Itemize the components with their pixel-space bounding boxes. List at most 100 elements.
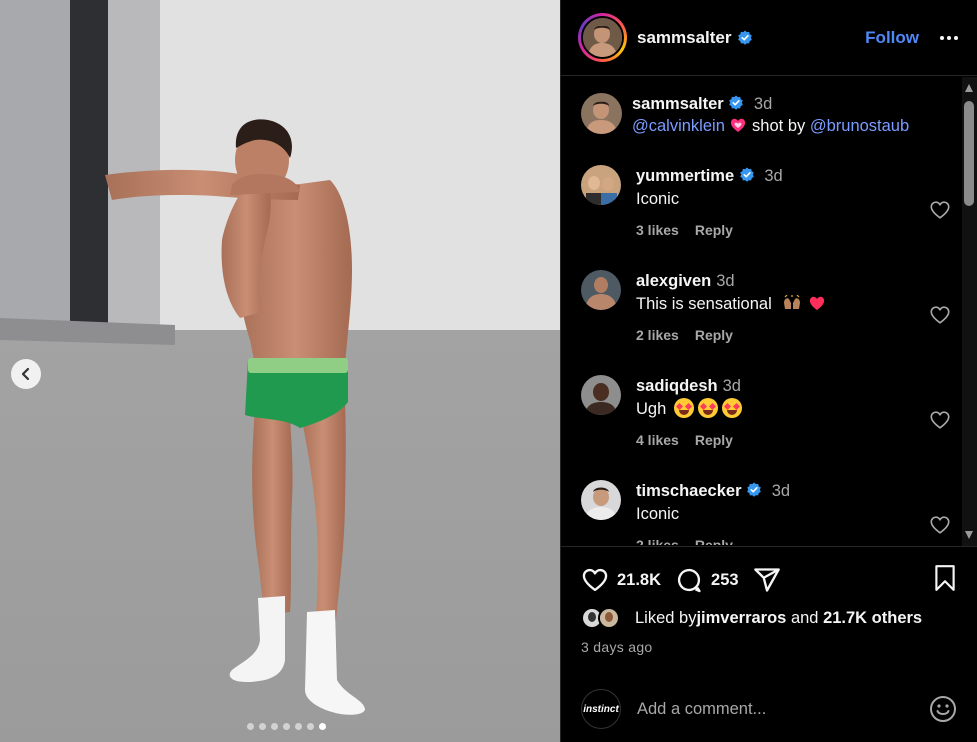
liked-by-others[interactable]: 21.7K others — [823, 609, 922, 628]
comment-text: Iconic — [636, 505, 680, 523]
chevron-left-icon — [21, 367, 30, 381]
star-struck-emoji-icon — [674, 398, 695, 418]
mention-link[interactable]: @calvinklein — [632, 117, 725, 135]
like-button[interactable]: 21.8K — [581, 566, 661, 594]
author-name[interactable]: sammsalter — [637, 28, 732, 48]
verified-icon — [739, 167, 754, 182]
current-user-avatar[interactable]: instinct — [581, 689, 621, 729]
emoji-icon[interactable] — [929, 695, 957, 723]
avatar-image — [581, 93, 622, 134]
comments-scrollbar[interactable] — [962, 77, 977, 546]
scrollbar-thumb[interactable] — [964, 101, 974, 206]
share-icon — [753, 568, 780, 592]
previous-slide-button[interactable] — [11, 359, 41, 389]
follow-button[interactable]: Follow — [865, 28, 919, 48]
bookmark-icon — [935, 564, 955, 591]
like-comment-heart-icon[interactable] — [929, 199, 951, 221]
carousel-dot — [258, 723, 266, 730]
comment-username[interactable]: alexgiven — [636, 272, 711, 290]
author-username[interactable]: sammsalter — [637, 28, 753, 48]
author-avatar[interactable] — [578, 13, 627, 62]
avatar-image — [583, 18, 622, 57]
heart-emoji-icon — [731, 118, 746, 132]
liked-by-prefix: Liked by — [635, 608, 697, 627]
comment-item: alexgiven 3d This is sensational 2 likes … — [581, 270, 951, 360]
star-struck-emoji-icon — [698, 398, 719, 418]
post-header: sammsalter Follow — [561, 0, 977, 76]
scroll-up-arrow-icon[interactable] — [965, 84, 973, 92]
carousel-dot — [282, 723, 290, 730]
commenter-avatar[interactable] — [581, 165, 621, 205]
post-media[interactable] — [0, 0, 560, 742]
post-actions: 21.8K 253 Liked by jimverraros and 21.7K… — [561, 546, 977, 655]
comment-button[interactable]: 253 — [675, 566, 739, 594]
commenter-avatar[interactable] — [581, 270, 621, 310]
post-viewer: sammsalter Follow sammsalter 3d @calvink… — [0, 0, 977, 742]
comment-text: This is sensational — [636, 295, 772, 313]
comment-likes[interactable]: 3 likes — [636, 222, 679, 238]
caption-text: shot by — [747, 117, 810, 135]
star-struck-emoji-icon — [722, 398, 743, 418]
caption-avatar[interactable] — [581, 93, 622, 134]
scroll-down-arrow-icon[interactable] — [965, 531, 973, 539]
liker-avatar — [598, 607, 620, 629]
mention-link[interactable]: @brunostaub — [810, 117, 909, 135]
add-comment-bar: instinct — [581, 689, 957, 729]
post-caption: sammsalter 3d @calvinklein shot by @brun… — [581, 93, 909, 137]
verified-icon — [747, 482, 761, 497]
avatar-image — [581, 480, 621, 520]
comments-list[interactable]: sammsalter 3d @calvinklein shot by @brun… — [561, 77, 964, 545]
verified-icon — [729, 95, 744, 110]
comment-text: Iconic — [636, 190, 680, 208]
caption-time: 3d — [753, 95, 773, 113]
post-sidebar: sammsalter Follow sammsalter 3d @calvink… — [560, 0, 977, 742]
comment-likes[interactable]: 2 likes — [636, 327, 679, 343]
avatar-image — [581, 375, 621, 415]
caption-username[interactable]: sammsalter — [632, 95, 724, 113]
comment-username[interactable]: sadiqdesh — [636, 377, 718, 395]
comment-username[interactable]: timschaecker — [636, 482, 742, 500]
verified-icon — [737, 30, 752, 45]
like-comment-heart-icon[interactable] — [929, 304, 951, 326]
heart-icon — [582, 568, 608, 592]
carousel-dot — [270, 723, 278, 730]
reply-button[interactable]: Reply — [695, 537, 733, 545]
liked-by-user[interactable]: jimverraros — [696, 609, 786, 628]
post-timestamp[interactable]: 3 days ago — [581, 639, 958, 655]
save-button[interactable] — [932, 564, 958, 597]
comment-count[interactable]: 253 — [711, 571, 739, 590]
share-button[interactable] — [753, 566, 781, 594]
comment-username[interactable]: yummertime — [636, 167, 734, 185]
comment-time: 3d — [722, 377, 741, 395]
commenter-avatar[interactable] — [581, 480, 621, 520]
carousel-dot — [246, 723, 254, 730]
comment-likes[interactable]: 4 likes — [636, 432, 679, 448]
comment-input[interactable] — [637, 699, 929, 719]
reply-button[interactable]: Reply — [695, 432, 733, 448]
comment-icon — [677, 568, 701, 593]
comment-time: 3d — [764, 167, 783, 185]
commenter-avatar[interactable] — [581, 375, 621, 415]
like-comment-heart-icon[interactable] — [929, 514, 951, 536]
reply-button[interactable]: Reply — [695, 327, 733, 343]
comment-item: timschaecker 3d Iconic 2 likes Reply — [581, 480, 951, 545]
raising-hands-emoji-icon — [784, 295, 801, 309]
carousel-dot — [294, 723, 302, 730]
avatar-image — [581, 165, 621, 205]
like-count[interactable]: 21.8K — [617, 571, 661, 590]
comment-time: 3d — [716, 272, 735, 290]
carousel-dot — [318, 723, 326, 730]
comment-item: yummertime 3d Iconic 3 likes Reply — [581, 165, 951, 255]
comment-likes[interactable]: 2 likes — [636, 537, 679, 545]
reply-button[interactable]: Reply — [695, 222, 733, 238]
liked-by[interactable]: Liked by jimverraros and 21.7K others — [581, 607, 958, 629]
comment-time: 3d — [771, 482, 791, 500]
more-icon — [940, 35, 958, 40]
liked-by-mid: and — [786, 608, 824, 627]
avatar-image — [581, 270, 621, 310]
more-options-button[interactable] — [939, 28, 959, 48]
like-comment-heart-icon[interactable] — [929, 409, 951, 431]
comment-text: Ugh — [636, 400, 667, 418]
red-heart-emoji-icon — [810, 296, 825, 310]
carousel-dot — [306, 723, 314, 730]
